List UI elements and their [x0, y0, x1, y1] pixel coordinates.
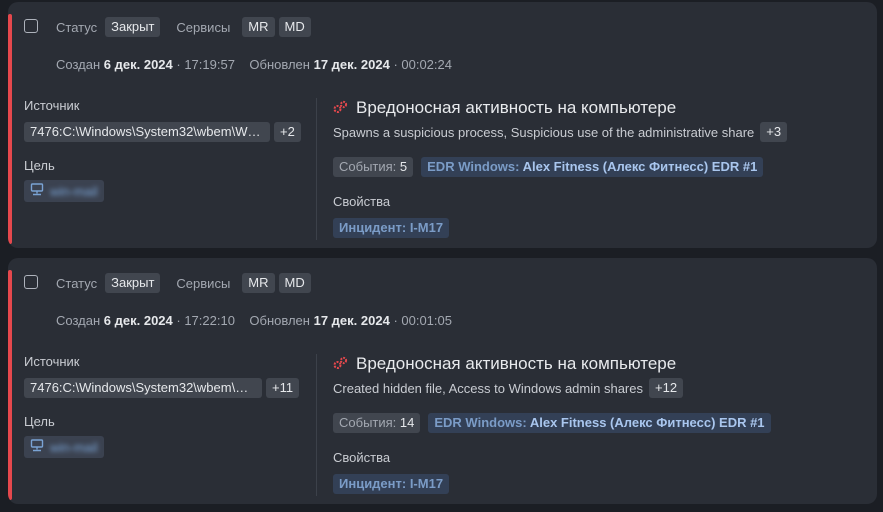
malware-icon — [333, 100, 348, 117]
chips-row: События: 5 EDR Windows: Alex Fitness (Ал… — [333, 157, 764, 177]
source-row: 7476:C:\Windows\System32\wbem\WmiPrvSE.e… — [24, 378, 300, 398]
column-divider — [316, 98, 317, 240]
target-label: Цель — [24, 158, 55, 173]
status-badge: Закрыт — [105, 17, 161, 37]
incident-link-chip[interactable]: Инцидент: I-M17 — [333, 474, 450, 494]
detections-text: Created hidden file, Access to Windows a… — [333, 380, 643, 396]
source-label: Источник — [24, 98, 80, 113]
target-host-chip[interactable]: win-mail — [24, 180, 104, 202]
edr-chip[interactable]: EDR Windows: Alex Fitness (Алекс Фитнесс… — [421, 157, 764, 177]
created-date: 6 дек. 2024 — [103, 313, 173, 328]
updated-time: · 00:01:05 — [393, 313, 452, 328]
status-label: Статус — [56, 275, 98, 291]
events-count: 5 — [399, 159, 408, 174]
computer-icon — [30, 439, 44, 455]
updated-label: Обновлен — [249, 313, 310, 328]
updated-date: 17 дек. 2024 — [313, 57, 390, 72]
edr-org: Alex Fitness (Алекс Фитнесс) EDR #1 — [522, 159, 758, 174]
events-count: 14 — [399, 415, 415, 430]
select-checkbox[interactable] — [24, 275, 38, 289]
severity-stripe — [8, 270, 12, 500]
service-badge-md: MD — [278, 17, 311, 37]
status-row: Статус Закрыт Сервисы MR MD — [56, 273, 311, 293]
updated-time: · 00:02:24 — [393, 57, 452, 72]
incident-title[interactable]: Вредоносная активность на компьютере — [356, 98, 676, 118]
services-label: Сервисы — [176, 275, 231, 291]
edr-prefix: EDR Windows: — [427, 159, 520, 174]
edr-chip[interactable]: EDR Windows: Alex Fitness (Алекс Фитнесс… — [428, 413, 771, 433]
detections-more-badge[interactable]: +3 — [760, 122, 788, 142]
target-host-name: win-mail — [50, 439, 98, 455]
detections-text: Spawns a suspicious process, Suspicious … — [333, 124, 755, 140]
incident-title-row: Вредоносная активность на компьютере — [333, 354, 676, 374]
events-chip[interactable]: События: 5 — [333, 157, 414, 177]
target-host-name: win-mail — [50, 183, 98, 199]
status-row: Статус Закрыт Сервисы MR MD — [56, 17, 311, 37]
incident-title[interactable]: Вредоносная активность на компьютере — [356, 354, 676, 374]
properties-label: Свойства — [333, 450, 391, 465]
events-label: События: — [339, 159, 397, 174]
timestamps-row: Создан 6 дек. 2024 · 17:22:10 Обновлен 1… — [56, 313, 452, 328]
events-chip[interactable]: События: 14 — [333, 413, 421, 433]
source-path[interactable]: 7476:C:\Windows\System32\wbem\WmiPrvSE.e… — [24, 122, 270, 142]
created-label: Создан — [56, 313, 101, 328]
severity-stripe — [8, 14, 12, 244]
timestamps-row: Создан 6 дек. 2024 · 17:19:57 Обновлен 1… — [56, 57, 452, 72]
chips-row: События: 14 EDR Windows: Alex Fitness (А… — [333, 413, 771, 433]
services-label: Сервисы — [176, 19, 231, 35]
incident-card[interactable]: Статус Закрыт Сервисы MR MD Создан 6 дек… — [8, 2, 877, 248]
select-checkbox[interactable] — [24, 19, 38, 33]
malware-icon — [333, 356, 348, 373]
created-time: · 17:19:57 — [176, 57, 235, 72]
created-label: Создан — [56, 57, 101, 72]
service-badge-md: MD — [278, 273, 311, 293]
edr-prefix: EDR Windows: — [434, 415, 527, 430]
created-time: · 17:22:10 — [176, 313, 235, 328]
incident-link-chip[interactable]: Инцидент: I-M17 — [333, 218, 450, 238]
incident-title-row: Вредоносная активность на компьютере — [333, 98, 676, 118]
column-divider — [316, 354, 317, 496]
target-label: Цель — [24, 414, 55, 429]
edr-org: Alex Fitness (Алекс Фитнесс) EDR #1 — [529, 415, 765, 430]
computer-icon — [30, 183, 44, 199]
updated-date: 17 дек. 2024 — [313, 313, 390, 328]
detections-more-badge[interactable]: +12 — [649, 378, 684, 398]
source-path[interactable]: 7476:C:\Windows\System32\wbem\WmiPrvSE.e… — [24, 378, 262, 398]
source-label: Источник — [24, 354, 80, 369]
target-host-chip[interactable]: win-mail — [24, 436, 104, 458]
status-badge: Закрыт — [105, 273, 161, 293]
properties-label: Свойства — [333, 194, 391, 209]
source-more-badge[interactable]: +2 — [274, 122, 301, 142]
service-badge-mr: MR — [242, 273, 275, 293]
detections-row: Created hidden file, Access to Windows a… — [333, 378, 684, 398]
service-badge-mr: MR — [242, 17, 275, 37]
created-date: 6 дек. 2024 — [103, 57, 173, 72]
incident-card[interactable]: Статус Закрыт Сервисы MR MD Создан 6 дек… — [8, 258, 877, 504]
detections-row: Spawns a suspicious process, Suspicious … — [333, 122, 788, 142]
updated-label: Обновлен — [249, 57, 310, 72]
source-more-badge[interactable]: +11 — [266, 378, 300, 398]
source-row: 7476:C:\Windows\System32\wbem\WmiPrvSE.e… — [24, 122, 301, 142]
status-label: Статус — [56, 19, 98, 35]
events-label: События: — [339, 415, 397, 430]
